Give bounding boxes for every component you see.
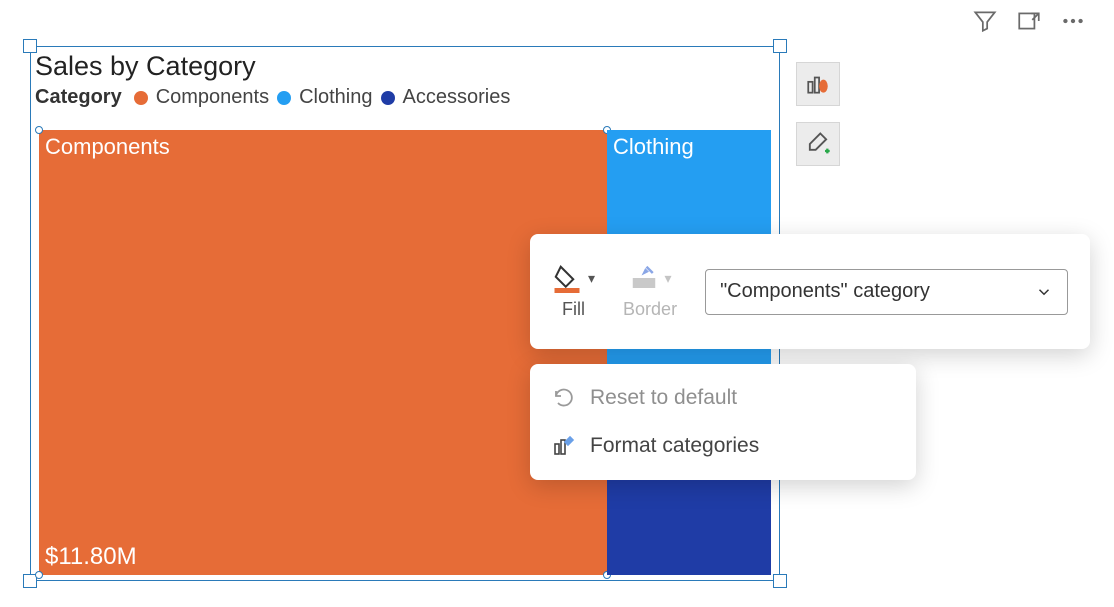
border-label: Border — [623, 299, 677, 320]
border-control[interactable]: ▾ Border — [623, 263, 677, 320]
format-popover: ▾ Fill ▾ Border "Components" category — [530, 234, 1090, 349]
tile-select-handle[interactable] — [35, 126, 43, 134]
tile-select-handle[interactable] — [35, 571, 43, 579]
format-side-buttons — [796, 62, 840, 166]
treemap-tile-components[interactable]: Components $11.80M — [39, 130, 607, 575]
menu-item-label: Format categories — [590, 434, 759, 458]
legend-item-label[interactable]: Accessories — [403, 86, 511, 109]
visual-toolbar — [972, 8, 1086, 34]
filter-icon[interactable] — [972, 8, 998, 34]
treemap-body: Components $11.80M Clothing $1.27M Acces… — [39, 130, 771, 575]
resize-handle[interactable] — [773, 574, 787, 588]
category-dropdown[interactable]: "Components" category — [705, 269, 1068, 315]
format-painter-button[interactable] — [796, 122, 840, 166]
menu-item-label: Reset to default — [590, 386, 737, 410]
chevron-down-icon: ▾ — [588, 270, 595, 287]
legend-swatch-clothing — [277, 91, 291, 105]
chart-legend: Category Components Clothing Accessories — [35, 86, 775, 109]
legend-swatch-components — [134, 91, 148, 105]
format-categories-item[interactable]: Format categories — [530, 422, 916, 470]
context-menu: Reset to default Format categories — [530, 364, 916, 480]
legend-item-label[interactable]: Components — [156, 86, 269, 109]
tile-value: $11.80M — [45, 543, 137, 571]
dropdown-value: "Components" category — [720, 280, 930, 303]
resize-handle[interactable] — [773, 39, 787, 53]
legend-item-label[interactable]: Clothing — [299, 86, 372, 109]
legend-swatch-accessories — [381, 91, 395, 105]
reset-to-default-item[interactable]: Reset to default — [530, 374, 916, 422]
fill-label: Fill — [562, 299, 585, 320]
fields-pane-button[interactable] — [796, 62, 840, 106]
fill-control[interactable]: ▾ Fill — [552, 263, 595, 320]
tile-label: Clothing — [613, 134, 694, 160]
legend-title: Category — [35, 86, 122, 109]
more-options-icon[interactable] — [1060, 8, 1086, 34]
chevron-down-icon — [1035, 283, 1053, 301]
focus-mode-icon[interactable] — [1016, 8, 1042, 34]
tile-label: Components — [45, 134, 170, 160]
chart-title: Sales by Category — [35, 47, 775, 82]
chevron-down-icon: ▾ — [665, 270, 672, 287]
